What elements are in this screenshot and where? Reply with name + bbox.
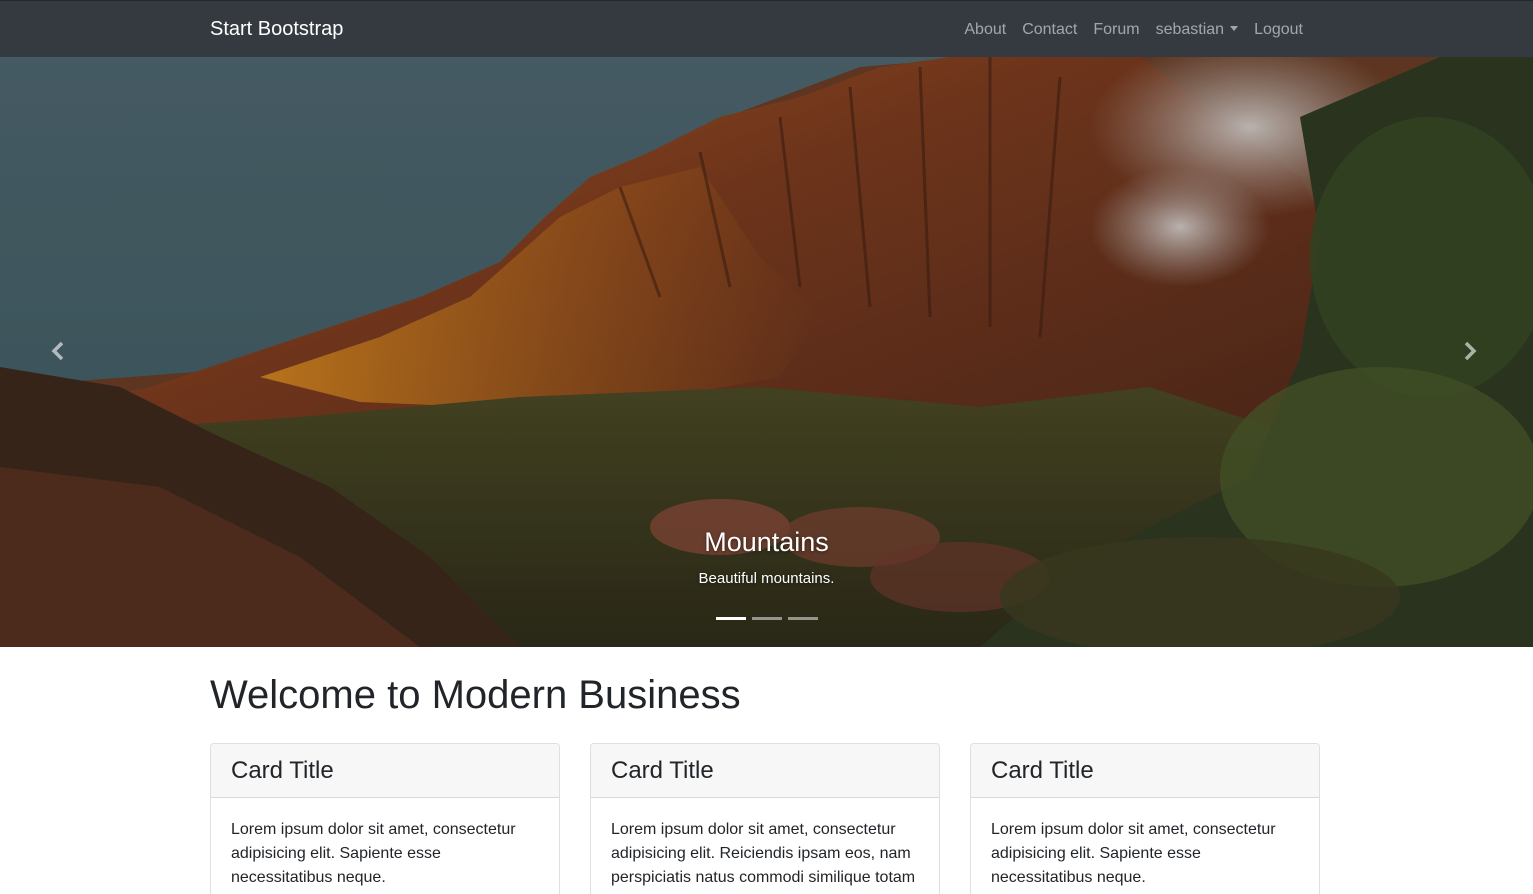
carousel-next-control[interactable]	[1450, 331, 1490, 371]
carousel-prev-control[interactable]	[38, 331, 78, 371]
carousel-caption-text: Beautiful mountains.	[698, 570, 835, 587]
caret-down-icon	[1230, 25, 1239, 31]
nav-link-contact-label: Contact	[1022, 20, 1078, 38]
carousel-indicator-2[interactable]	[751, 617, 782, 620]
card-3-title: Card Title	[971, 744, 1319, 798]
nav-link-contact[interactable]: Contact	[1014, 21, 1085, 39]
card-3: Card Title Lorem ipsum dolor sit amet, c…	[970, 743, 1320, 894]
page-title: Welcome to Modern Business	[210, 673, 741, 717]
carousel-indicator-1[interactable]	[715, 617, 746, 620]
card-1: Card Title Lorem ipsum dolor sit amet, c…	[210, 743, 560, 894]
nav-link-logout-label: Logout	[1254, 20, 1303, 38]
card-2-text: Lorem ipsum dolor sit amet, consectetur …	[611, 821, 916, 886]
carousel-indicator-3[interactable]	[787, 617, 818, 620]
nav-link-about[interactable]: About	[956, 21, 1014, 39]
carousel-caption-title: Mountains	[704, 527, 829, 557]
card-2-title: Card Title	[591, 744, 939, 798]
card-1-text: Lorem ipsum dolor sit amet, consectetur …	[231, 821, 516, 886]
nav-link-about-label: About	[964, 20, 1007, 38]
chevron-left-icon	[51, 341, 64, 361]
card-2: Card Title Lorem ipsum dolor sit amet, c…	[590, 743, 940, 894]
chevron-right-icon	[1464, 341, 1477, 361]
card-3-text: Lorem ipsum dolor sit amet, consectetur …	[991, 821, 1276, 886]
hero-carousel: Mountains Beautiful mountains.	[0, 57, 1533, 647]
nav-links: About Contact Forum sebastian Logout	[956, 1, 1311, 58]
carousel-indicators	[0, 617, 1533, 620]
navbar-brand[interactable]: Start Bootstrap	[210, 18, 343, 41]
user-dropdown-toggle[interactable]: sebastian	[1148, 21, 1247, 39]
carousel-slide-image	[0, 57, 1533, 647]
navbar: Start Bootstrap About Contact Forum seba…	[0, 0, 1533, 57]
user-dropdown-label: sebastian	[1155, 20, 1225, 38]
nav-link-logout[interactable]: Logout	[1246, 21, 1311, 39]
nav-link-forum[interactable]: Forum	[1085, 21, 1147, 39]
card-1-title: Card Title	[211, 744, 559, 798]
nav-link-forum-label: Forum	[1093, 20, 1140, 38]
